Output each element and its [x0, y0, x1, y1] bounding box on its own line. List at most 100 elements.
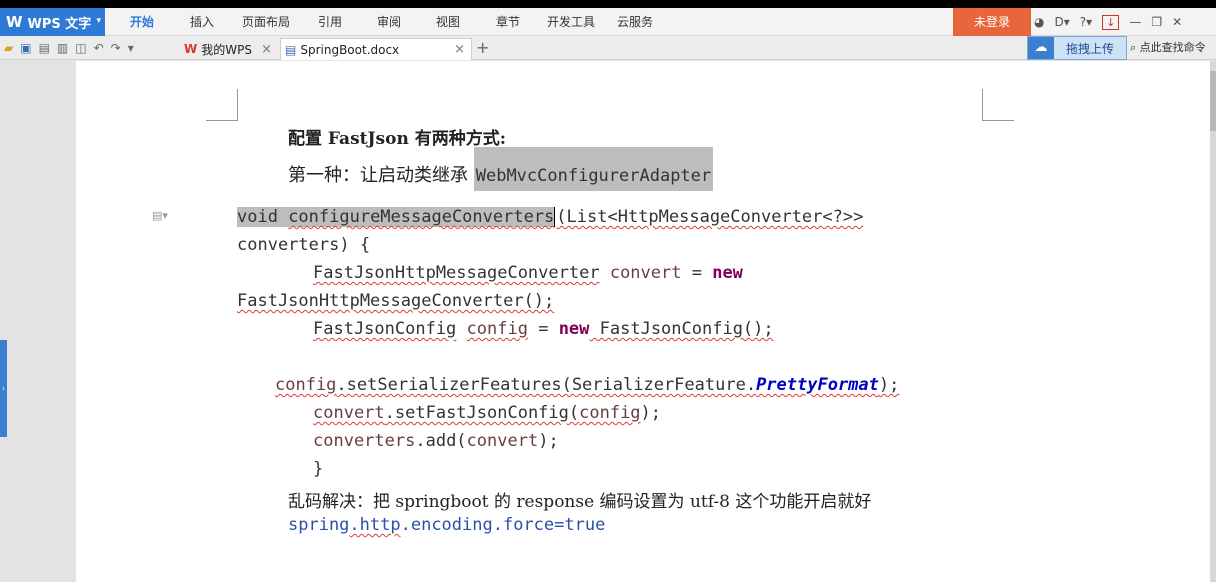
menu-cloud[interactable]: 云服务	[617, 8, 653, 36]
skin-icon[interactable]: ◕	[1034, 15, 1044, 29]
close-tab-icon[interactable]: ×	[261, 42, 272, 57]
code-method-name: configureMessageConverters	[288, 207, 555, 227]
cloud-upload-button[interactable]: ☁ 拖拽上传	[1027, 36, 1127, 60]
menu-review[interactable]: 审阅	[377, 8, 401, 36]
tab-my-wps[interactable]: W 我的WPS ×	[180, 38, 278, 60]
code-line-7: convert.setFastJsonConfig(config);	[313, 403, 661, 423]
code-void: void	[237, 207, 289, 227]
redo-icon[interactable]: ↷	[111, 41, 121, 55]
paragraph-layout-icon[interactable]: ▤▾	[152, 209, 168, 222]
code-ctor: FastJsonConfig();	[589, 319, 774, 339]
code-var: config	[275, 375, 337, 395]
code-var: converters	[313, 431, 416, 451]
code-call: .setSerializerFeatures(SerializerFeature…	[336, 375, 757, 395]
code-new: new	[712, 263, 743, 283]
code-type: FastJsonConfig	[313, 319, 457, 339]
open-folder-icon[interactable]: ▰	[4, 41, 13, 55]
menu-bar: W WPS 文字 ▾ 开始 插入 页面布局 引用 审阅 视图 章节 开发工具 云…	[0, 8, 1216, 36]
code-line-9: }	[313, 459, 324, 479]
menu-view[interactable]: 视图	[436, 8, 460, 36]
prop-spring: spring	[288, 515, 350, 535]
undo-icon[interactable]: ↶	[94, 41, 104, 55]
cloud-icon: ☁	[1028, 37, 1054, 59]
code-var: convert	[609, 263, 682, 283]
vertical-scrollbar[interactable]	[1210, 61, 1216, 582]
code-line-8: converters.add(convert);	[313, 431, 559, 451]
feedback-icon[interactable]: D▾	[1054, 15, 1069, 29]
code-new: new	[558, 319, 590, 339]
help-icon[interactable]: ?▾	[1080, 15, 1092, 29]
code-line-4: FastJsonHttpMessageConverter();	[237, 291, 555, 311]
way1-line: 第一种：让启动类继承 WebMvcConfigurerAdapter	[288, 147, 714, 191]
tab-springboot-docx[interactable]: ▤ SpringBoot.docx ×	[280, 38, 472, 60]
menu-section[interactable]: 章节	[496, 8, 520, 36]
tab-bar: ▰ ▣ ▤ ▥ ◫ ↶ ↷ ▾ W 我的WPS × ▤ SpringBoot.d…	[0, 36, 1216, 60]
title-strip	[0, 0, 1216, 8]
cloud-upload-label: 拖拽上传	[1066, 41, 1115, 56]
code-call: .setFastJsonConfig(	[384, 403, 580, 423]
wps-logo-icon: W	[6, 13, 23, 31]
export-pdf-icon[interactable]: ▤	[39, 41, 50, 55]
customize-chevron-icon[interactable]: ▾	[128, 41, 134, 55]
code-end: );	[878, 375, 900, 395]
code-arg: config	[579, 403, 641, 423]
way1-class: WebMvcConfigurerAdapter	[473, 147, 714, 191]
document-icon: ▤	[285, 42, 297, 57]
code-constant: PrettyFormat	[756, 375, 879, 395]
chevron-down-icon: ▾	[96, 16, 101, 26]
restore-icon[interactable]: ❐	[1151, 15, 1162, 29]
document-area: › ▤▾ 配置 FastJson 有两种方式: 第一种：让启动类继承 WebMv…	[0, 61, 1216, 582]
code-line-6: config.setSerializerFeatures(SerializerF…	[275, 375, 899, 395]
code-line-3: FastJsonHttpMessageConverter convert = n…	[313, 263, 743, 283]
code-call: .add(	[415, 431, 467, 451]
command-search[interactable]: ⌕ 点此查找命令	[1130, 36, 1206, 60]
print-preview-icon[interactable]: ◫	[75, 41, 86, 55]
save-icon[interactable]: ▣	[20, 41, 31, 55]
code-line-2: converters) {	[237, 235, 371, 255]
margin-mark-top-right	[982, 89, 1014, 121]
menu-insert[interactable]: 插入	[190, 8, 214, 36]
wps-logo-icon: W	[184, 42, 198, 56]
code-end: );	[640, 403, 662, 423]
way1-text: 第一种：让启动类继承	[288, 165, 474, 186]
search-icon: ⌕	[1130, 41, 1137, 54]
encoding-property: spring.http.encoding.force=true	[288, 515, 605, 535]
code-var: config	[466, 319, 528, 339]
quick-access-toolbar: ▰ ▣ ▤ ▥ ◫ ↶ ↷ ▾	[4, 36, 141, 60]
document-page[interactable]: ▤▾ 配置 FastJson 有两种方式: 第一种：让启动类继承 WebMvcC…	[76, 61, 1210, 582]
app-menu-button[interactable]: W WPS 文字 ▾	[0, 8, 105, 36]
minimize-icon[interactable]: —	[1129, 15, 1141, 29]
new-tab-icon[interactable]: +	[476, 36, 489, 60]
code-type: FastJsonHttpMessageConverter	[313, 263, 600, 283]
code-eq: =	[681, 263, 713, 283]
print-icon[interactable]: ▥	[57, 41, 68, 55]
download-icon[interactable]: ↓	[1102, 14, 1120, 30]
prop-encoding: .encoding	[400, 515, 493, 535]
prop-value: =true	[554, 515, 606, 535]
code-line-5: FastJsonConfig config = new FastJsonConf…	[313, 319, 774, 339]
close-icon[interactable]: ✕	[1172, 15, 1182, 29]
garble-fix-text: 乱码解决：把 springboot 的 response 编码设置为 utf-8…	[288, 492, 872, 512]
code-var: convert	[313, 403, 385, 423]
app-name: WPS 文字	[27, 16, 92, 32]
close-tab-icon[interactable]: ×	[454, 42, 465, 57]
menu-page-layout[interactable]: 页面布局	[242, 8, 290, 36]
heading-fastjson: 配置 FastJson 有两种方式:	[288, 129, 507, 149]
menu-references[interactable]: 引用	[318, 8, 342, 36]
command-search-label: 点此查找命令	[1139, 41, 1206, 54]
scrollbar-thumb[interactable]	[1210, 71, 1216, 131]
code-arg: convert	[466, 431, 539, 451]
margin-mark-top-left	[206, 89, 238, 121]
menu-developer[interactable]: 开发工具	[547, 8, 595, 36]
tab-label: 我的WPS	[201, 42, 252, 57]
code-line-1: void configureMessageConverters (List<Htt…	[237, 207, 863, 227]
side-panel-toggle[interactable]: ›	[0, 340, 7, 437]
prop-http: .http	[349, 515, 401, 535]
code-eq: =	[527, 319, 559, 339]
tab-label: SpringBoot.docx	[300, 42, 400, 57]
window-controls: ◕ D▾ ?▾ ↓ — ❐ ✕	[1034, 8, 1192, 36]
login-button[interactable]: 未登录	[953, 8, 1031, 36]
prop-force: .force	[492, 515, 555, 535]
code-params: (List<HttpMessageConverter<?>>	[556, 207, 864, 227]
menu-start[interactable]: 开始	[130, 8, 154, 36]
